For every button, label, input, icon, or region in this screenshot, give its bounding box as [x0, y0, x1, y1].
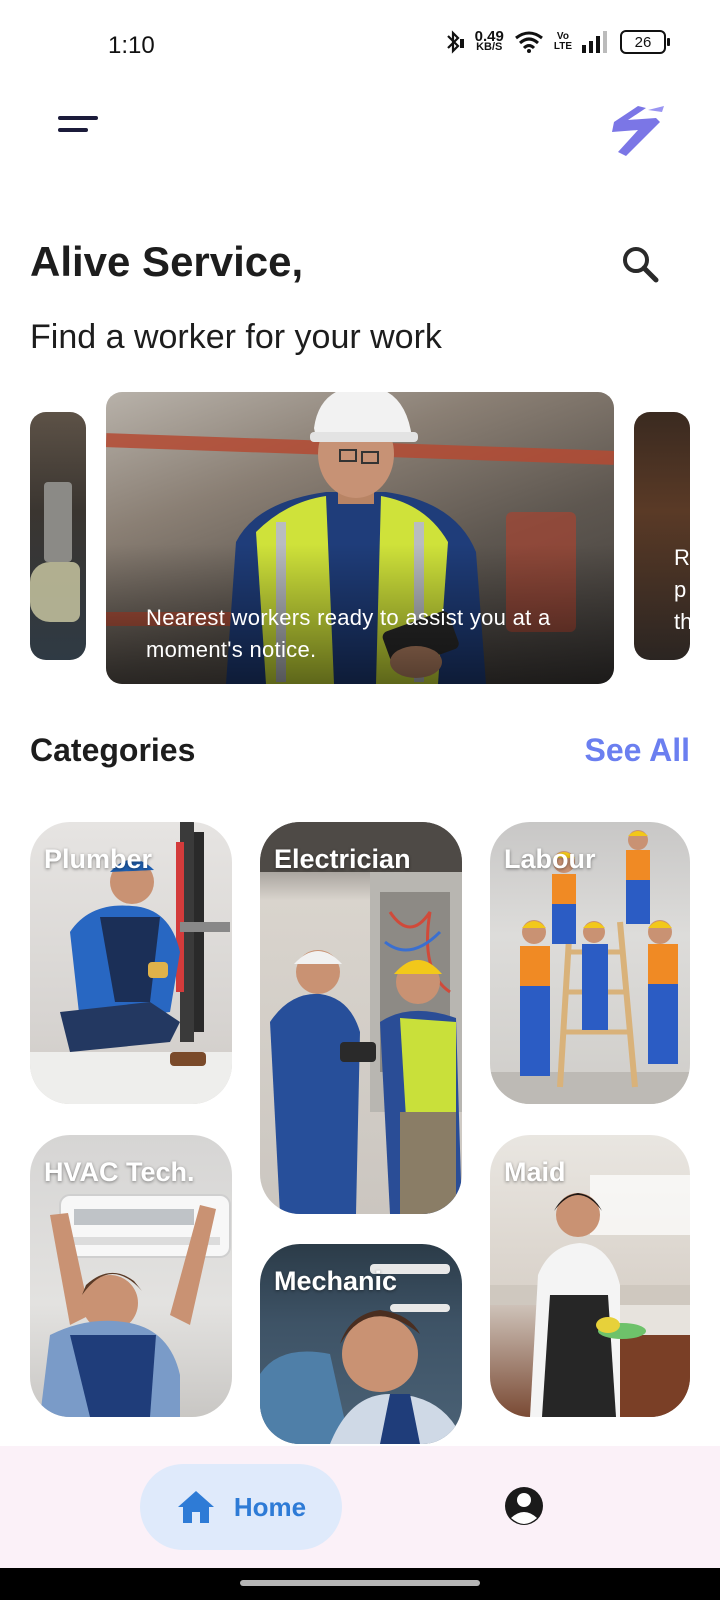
category-card-plumber[interactable]: Plumber: [30, 822, 232, 1104]
battery-indicator: 26: [620, 30, 670, 54]
carousel-slide-prev[interactable]: [30, 412, 86, 660]
category-label: Labour: [504, 844, 596, 874]
category-card-electrician[interactable]: Electrician: [260, 822, 462, 1214]
category-label: Maid: [504, 1157, 566, 1187]
signal-icon: [582, 31, 607, 53]
category-label: Mechanic: [274, 1266, 398, 1296]
bottom-navigation: Home: [0, 1446, 720, 1568]
status-icons: 0.49 KB/S Vo LTE 26: [443, 28, 670, 54]
status-bar: 1:10 0.49 KB/S Vo LTE 26: [0, 0, 720, 96]
system-gesture-bar: [0, 1568, 720, 1600]
home-icon: [177, 1491, 214, 1523]
see-all-link[interactable]: See All: [584, 732, 690, 769]
categories-heading: Categories: [30, 732, 196, 768]
category-card-mechanic[interactable]: Mechanic: [260, 1244, 462, 1444]
carousel-caption-next: Rp th: [674, 545, 690, 634]
page-title: Alive Service,: [30, 238, 304, 285]
electrician-image: [260, 822, 462, 1214]
volte-indicator: Vo LTE: [553, 31, 572, 52]
home-indicator[interactable]: [240, 1580, 480, 1586]
carousel-slide-next[interactable]: Rp th: [634, 412, 690, 660]
nav-home-label: Home: [233, 1491, 307, 1522]
status-time: 1:10: [108, 32, 155, 59]
category-label: Plumber: [44, 844, 153, 874]
menu-icon[interactable]: [58, 116, 102, 140]
category-label: HVAC Tech.: [44, 1157, 195, 1187]
promo-carousel[interactable]: Nearest workers ready to assist you at a…: [0, 390, 720, 686]
carousel-caption: Nearest workers ready to assist you at a…: [146, 605, 551, 662]
net-speed: 0.49 KB/S: [474, 28, 504, 53]
category-card-labour[interactable]: Labour: [490, 822, 690, 1104]
app-logo-icon: [612, 106, 664, 156]
category-label: Electrician: [274, 844, 411, 874]
search-icon[interactable]: [620, 244, 660, 284]
category-card-maid[interactable]: Maid: [490, 1135, 690, 1417]
carousel-slide-current[interactable]: Nearest workers ready to assist you at a…: [106, 392, 614, 684]
profile-icon[interactable]: [502, 1484, 546, 1528]
category-card-hvac[interactable]: HVAC Tech.: [30, 1135, 232, 1417]
wifi-icon: [514, 31, 543, 53]
nav-home-tab[interactable]: Home: [140, 1464, 342, 1550]
bluetooth-icon: [446, 30, 464, 54]
page-subtitle: Find a worker for your work: [30, 318, 442, 356]
